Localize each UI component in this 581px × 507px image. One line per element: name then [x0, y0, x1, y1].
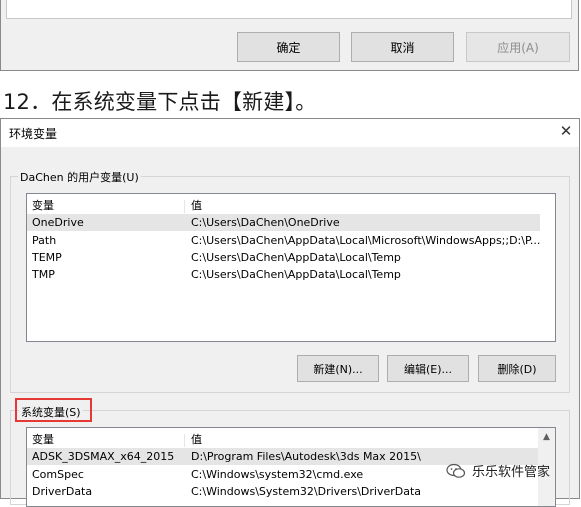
row-value: C:\Users\DaChen\OneDrive — [191, 216, 340, 229]
highlight-annotation — [15, 398, 92, 422]
header-value[interactable]: 值 — [191, 197, 202, 214]
step-caption: 12．在系统变量下点击【新建】。 — [3, 90, 317, 114]
row-variable: TEMP — [32, 251, 62, 264]
row-value: C:\Users\DaChen\AppData\Local\Temp — [191, 268, 401, 281]
row-variable: ComSpec — [32, 468, 84, 481]
user-delete-button[interactable]: 删除(D) — [478, 355, 556, 382]
user-edit-button[interactable]: 编辑(E)... — [387, 355, 469, 382]
table-row[interactable]: TEMP C:\Users\DaChen\AppData\Local\Temp — [27, 249, 540, 266]
cancel-button[interactable]: 取消 — [351, 32, 454, 62]
user-variables-list[interactable]: 变量 值 OneDrive C:\Users\DaChen\OneDrive P… — [26, 193, 556, 342]
ok-button[interactable]: 确定 — [237, 32, 340, 62]
header-variable[interactable]: 变量 — [32, 197, 54, 214]
user-new-button[interactable]: 新建(N)... — [297, 355, 379, 382]
previous-dialog-content-area — [6, 0, 572, 19]
row-value: C:\Windows\system32\cmd.exe — [191, 468, 364, 481]
row-variable: TMP — [32, 268, 55, 281]
row-value: C:\Windows\System32\Drivers\DriverData — [191, 485, 422, 498]
user-list-header: 变量 值 — [27, 197, 555, 214]
dialog-title: 环境变量 — [9, 127, 58, 141]
dialog-title-bar — [1, 119, 579, 147]
table-row[interactable]: TMP C:\Users\DaChen\AppData\Local\Temp — [27, 266, 540, 283]
apply-button[interactable]: 应用(A) — [466, 32, 570, 62]
close-icon[interactable]: ✕ — [556, 121, 576, 141]
table-row[interactable]: DriverData C:\Windows\System32\Drivers\D… — [27, 483, 540, 500]
row-variable: DriverData — [32, 485, 93, 498]
scroll-up-icon[interactable]: ▲ — [538, 428, 555, 445]
row-variable: OneDrive — [32, 216, 84, 229]
row-value: D:\Program Files\Autodesk\3ds Max 2015\ — [191, 450, 421, 463]
watermark: 乐乐软件管家 — [446, 461, 550, 480]
watermark-text: 乐乐软件管家 — [472, 465, 551, 480]
row-value: C:\Users\DaChen\AppData\Local\Temp — [191, 251, 401, 264]
system-list-header: 变量 值 — [27, 431, 540, 448]
table-row[interactable]: OneDrive C:\Users\DaChen\OneDrive — [27, 214, 540, 231]
table-row[interactable]: Path C:\Users\DaChen\AppData\Local\Micro… — [27, 232, 540, 249]
header-variable[interactable]: 变量 — [32, 431, 54, 448]
user-variables-label: DaChen 的用户变量(U) — [18, 169, 141, 185]
row-variable: ADSK_3DSMAX_x64_2015 — [32, 450, 175, 463]
row-value: C:\Users\DaChen\AppData\Local\Microsoft\… — [191, 234, 541, 247]
row-variable: Path — [32, 234, 57, 247]
header-value[interactable]: 值 — [191, 431, 202, 448]
wechat-icon — [446, 463, 466, 478]
header-separator — [184, 200, 185, 213]
header-separator — [184, 434, 185, 447]
